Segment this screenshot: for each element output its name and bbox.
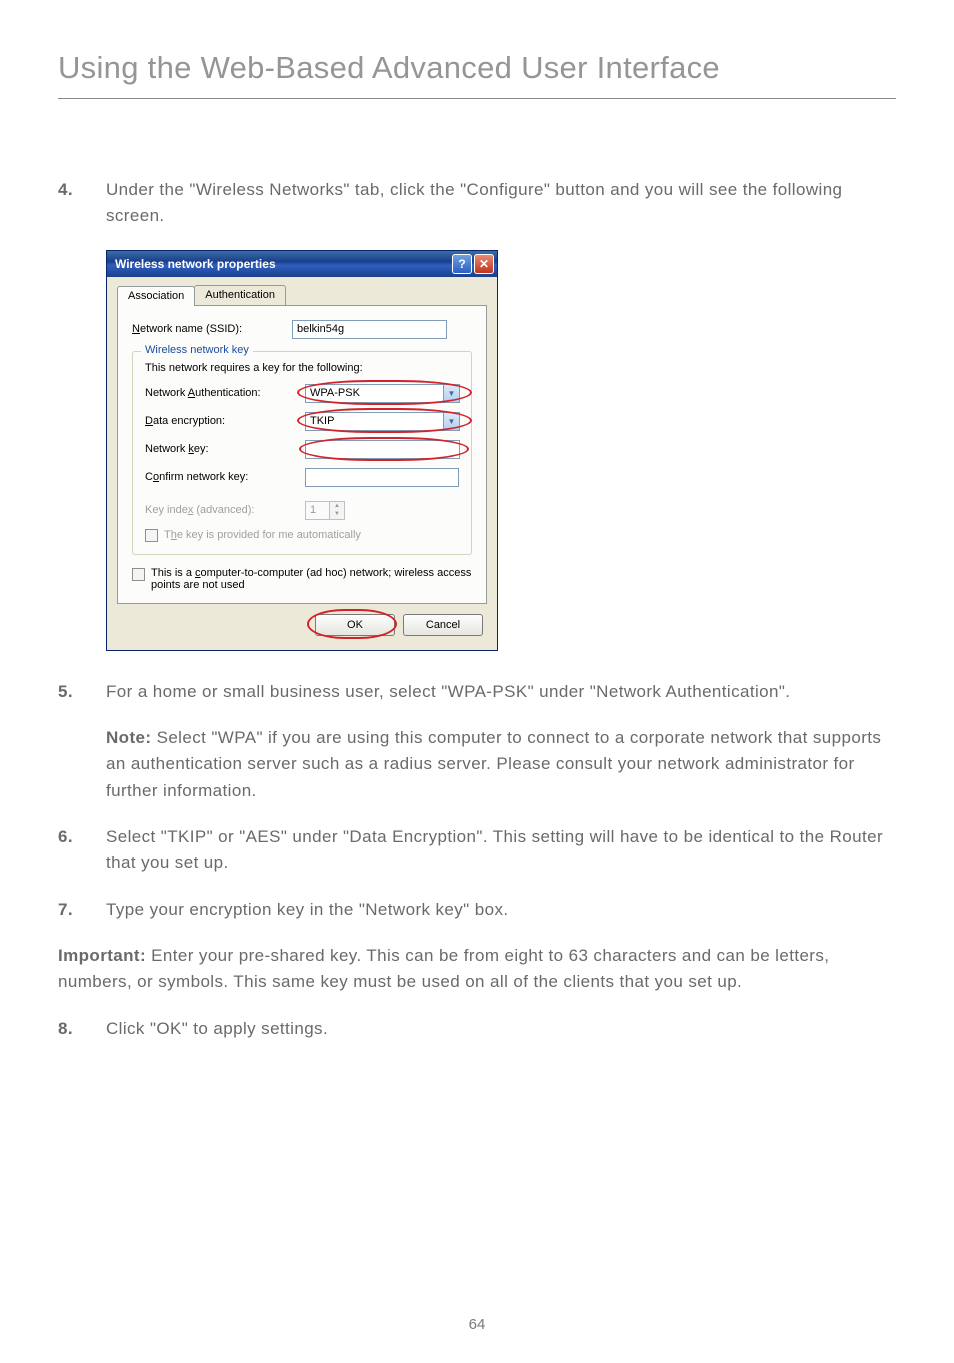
spinner-arrows-icon: ▲ ▼ [330, 502, 344, 519]
chevron-down-icon: ▼ [443, 385, 459, 402]
spin-up-icon: ▲ [330, 502, 344, 510]
requires-text: This network requires a key for the foll… [145, 362, 459, 374]
step-4-number: 4. [58, 177, 78, 230]
encryption-value: TKIP [310, 415, 334, 427]
encryption-label: Data encryption: [145, 415, 295, 427]
ssid-label-text: etwork name (SSID): [140, 323, 242, 335]
chevron-down-icon: ▼ [443, 413, 459, 430]
step-6-text: Select "TKIP" or "AES" under "Data Encry… [106, 824, 896, 877]
wireless-network-key-fieldset: Wireless network key This network requir… [132, 351, 472, 555]
page-title: Using the Web-Based Advanced User Interf… [58, 50, 896, 86]
page-number: 64 [0, 1316, 954, 1333]
note-label: Note: [106, 728, 151, 747]
step-7: 7. Type your encryption key in the "Netw… [58, 897, 896, 923]
step-7-number: 7. [58, 897, 78, 923]
adhoc-label: This is a computer-to-computer (ad hoc) … [151, 567, 472, 591]
important-label: Important: [58, 946, 146, 965]
network-authentication-select[interactable]: WPA-PSK ▼ [305, 384, 460, 403]
auto-key-row: The key is provided for me automatically [145, 529, 459, 542]
step-5-number: 5. [58, 679, 78, 804]
title-rule [58, 98, 896, 99]
cancel-button[interactable]: Cancel [403, 614, 483, 636]
close-icon[interactable]: ✕ [474, 254, 494, 274]
auto-key-label: The key is provided for me automatically [164, 529, 361, 541]
step-7-text: Type your encryption key in the "Network… [106, 897, 896, 923]
auth-value: WPA-PSK [310, 387, 360, 399]
step-8: 8. Click "OK" to apply settings. [58, 1016, 896, 1042]
note-text: Select "WPA" if you are using this compu… [106, 728, 881, 800]
ssid-label: Network name (SSID): [132, 323, 282, 335]
auto-key-checkbox [145, 529, 158, 542]
spin-down-icon: ▼ [330, 510, 344, 518]
titlebar-text: Wireless network properties [115, 257, 450, 271]
confirm-key-input[interactable] [305, 468, 459, 487]
help-icon[interactable]: ? [452, 254, 472, 274]
auth-label: Network Authentication: [145, 387, 295, 399]
tab-content: Network name (SSID): Wireless network ke… [117, 306, 487, 604]
tabs: Association Authentication [117, 285, 487, 306]
network-key-label: Network key: [145, 443, 295, 455]
confirm-key-label: Confirm network key: [145, 471, 295, 483]
adhoc-checkbox[interactable] [132, 568, 145, 581]
key-index-label: Key index (advanced): [145, 504, 295, 516]
key-index-spinner: 1 ▲ ▼ [305, 501, 345, 520]
adhoc-row: This is a computer-to-computer (ad hoc) … [132, 567, 472, 591]
important-text: Enter your pre-shared key. This can be f… [58, 946, 829, 991]
step-5-text: For a home or small business user, selec… [106, 679, 896, 705]
step-5: 5. For a home or small business user, se… [58, 679, 896, 804]
tab-authentication[interactable]: Authentication [194, 285, 286, 305]
dialog-buttons: OK Cancel [117, 604, 487, 640]
step-8-text: Click "OK" to apply settings. [106, 1016, 896, 1042]
wireless-properties-dialog: Wireless network properties ? ✕ Associat… [106, 250, 498, 651]
step-5-note: Note: Select "WPA" if you are using this… [106, 725, 896, 804]
step-6: 6. Select "TKIP" or "AES" under "Data En… [58, 824, 896, 877]
step-6-number: 6. [58, 824, 78, 877]
titlebar: Wireless network properties ? ✕ [107, 251, 497, 277]
data-encryption-select[interactable]: TKIP ▼ [305, 412, 460, 431]
important-block: Important: Enter your pre-shared key. Th… [58, 943, 896, 996]
step-8-number: 8. [58, 1016, 78, 1042]
ssid-input[interactable] [292, 320, 447, 339]
wnk-legend: Wireless network key [141, 344, 253, 356]
network-key-input[interactable] [305, 440, 460, 459]
step-4: 4. Under the "Wireless Networks" tab, cl… [58, 177, 896, 230]
tab-association[interactable]: Association [117, 286, 195, 306]
ok-button[interactable]: OK [315, 614, 395, 636]
key-index-value: 1 [306, 502, 330, 519]
step-4-text: Under the "Wireless Networks" tab, click… [106, 177, 896, 230]
dialog-screenshot: Wireless network properties ? ✕ Associat… [106, 250, 896, 651]
